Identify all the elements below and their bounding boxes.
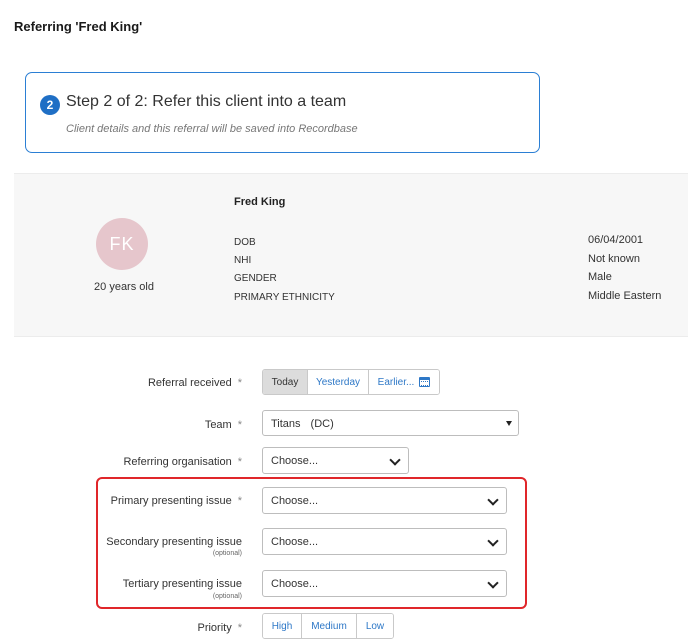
tertiary-issue-label: Tertiary presenting issue (122, 578, 242, 590)
dropdown-arrow-icon (506, 421, 512, 426)
primary-issue-select[interactable]: Choose... (262, 487, 507, 514)
required-marker: * (237, 622, 242, 634)
chevron-down-icon (389, 454, 401, 466)
avatar: FK (96, 218, 148, 270)
detail-value-nhi: Not known (588, 253, 640, 265)
required-marker: * (237, 377, 242, 389)
page-title: Referring 'Fred King' (14, 19, 143, 34)
yesterday-button[interactable]: Yesterday (308, 370, 369, 394)
detail-value-ethnicity: Middle Eastern (588, 290, 662, 302)
referral-received-label: Referral received * (147, 377, 242, 389)
detail-label-dob: DOB (234, 237, 256, 248)
chevron-down-icon (487, 535, 499, 547)
priority-high-button[interactable]: High (263, 614, 302, 638)
client-name: Fred King (234, 196, 286, 208)
priority-medium-button[interactable]: Medium (302, 614, 357, 638)
referring-organisation-select[interactable]: Choose... (262, 447, 409, 474)
step-number-badge: 2 (40, 95, 60, 115)
optional-hint: (optional) (212, 593, 242, 600)
client-age: 20 years old (94, 281, 154, 293)
tertiary-issue-select[interactable]: Choose... (262, 570, 507, 597)
detail-value-dob: 06/04/2001 (588, 234, 644, 246)
step-indicator: 2 Step 2 of 2: Refer this client into a … (25, 72, 540, 153)
step-title: Step 2 of 2: Refer this client into a te… (66, 93, 347, 110)
chevron-down-icon (487, 494, 499, 506)
detail-value-gender: Male (588, 271, 612, 283)
detail-label-ethnicity: PRIMARY ETHNICITY (234, 292, 335, 303)
secondary-issue-label: Secondary presenting issue (106, 536, 242, 548)
referral-received-selector: Today Yesterday Earlier... (262, 369, 440, 395)
required-marker: * (237, 495, 242, 507)
team-select[interactable]: Titans (DC) (262, 410, 519, 436)
today-button[interactable]: Today (263, 370, 308, 394)
priority-selector: High Medium Low (262, 613, 394, 639)
client-summary-card: FK 20 years old Fred King DOB NHI GENDER… (14, 173, 688, 337)
required-marker: * (237, 456, 242, 468)
required-marker: * (237, 419, 242, 431)
team-label: Team * (204, 419, 242, 431)
calendar-icon (419, 377, 431, 387)
detail-label-nhi: NHI (234, 255, 252, 266)
primary-issue-label: Primary presenting issue * (110, 495, 242, 507)
earlier-button[interactable]: Earlier... (369, 370, 439, 394)
priority-low-button[interactable]: Low (357, 614, 393, 638)
detail-label-gender: GENDER (234, 273, 277, 284)
optional-hint: (optional) (212, 550, 242, 557)
chevron-down-icon (487, 577, 499, 589)
secondary-issue-select[interactable]: Choose... (262, 528, 507, 555)
referring-organisation-label: Referring organisation * (123, 456, 242, 468)
step-subtitle: Client details and this referral will be… (66, 123, 358, 135)
priority-label: Priority * (197, 622, 242, 634)
